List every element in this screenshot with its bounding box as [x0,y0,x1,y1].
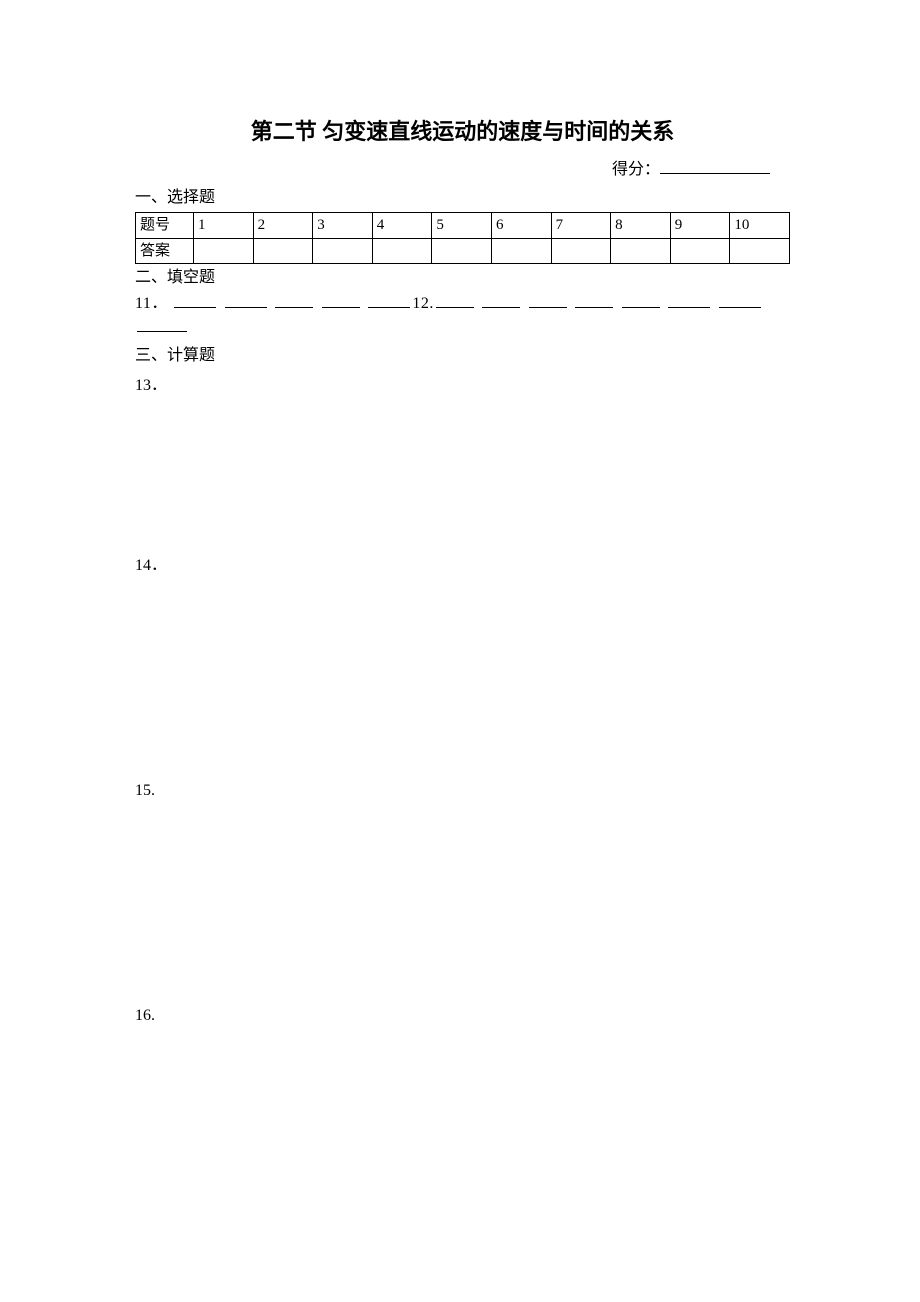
fill-blank[interactable] [482,292,520,308]
section-1-heading: 一、选择题 [135,186,790,210]
section-3-heading: 三、计算题 [135,344,790,368]
q16-label: 16. [135,1004,790,1028]
answer-table: 题号 1 2 3 4 5 6 7 8 9 10 答案 [135,212,790,264]
fill-blank[interactable] [622,292,660,308]
table-row: 题号 1 2 3 4 5 6 7 8 9 10 [136,213,790,239]
col-header: 9 [670,213,730,239]
answer-cell[interactable] [253,238,313,264]
fill-blank[interactable] [529,292,567,308]
fill-blank[interactable] [225,292,267,308]
q14-label: 14． [135,554,790,578]
answer-cell[interactable] [313,238,373,264]
fill-blank[interactable] [322,292,360,308]
fill-blank[interactable] [174,292,216,308]
col-header: 8 [611,213,671,239]
fill-blank[interactable] [575,292,613,308]
col-header: 2 [253,213,313,239]
answer-cell[interactable] [611,238,671,264]
answer-cell[interactable] [432,238,492,264]
score-blank[interactable] [660,158,770,174]
col-header: 5 [432,213,492,239]
answer-space[interactable] [135,398,790,548]
fill-blank[interactable] [436,292,474,308]
fill-blank[interactable] [275,292,313,308]
answer-cell[interactable] [670,238,730,264]
fill-blank[interactable] [137,316,187,332]
answer-cell[interactable] [194,238,254,264]
fill-blank[interactable] [668,292,710,308]
col-header: 10 [730,213,790,239]
row-label-answer: 答案 [136,238,194,264]
q12-label: 12. [412,295,434,312]
q11-label: 11． [135,295,168,312]
answer-space[interactable] [135,803,790,998]
section-2-heading: 二、填空题 [135,266,790,290]
answer-space[interactable] [135,578,790,773]
row-label-question: 题号 [136,213,194,239]
fill-blank[interactable] [719,292,761,308]
col-header: 6 [491,213,551,239]
answer-cell[interactable] [372,238,432,264]
score-line: 得分： [135,158,790,182]
score-label: 得分： [612,161,660,178]
fill-blank[interactable] [368,292,410,308]
q13-label: 13． [135,374,790,398]
fill-in-line: 11． 12. [135,292,790,340]
answer-cell[interactable] [491,238,551,264]
answer-cell[interactable] [730,238,790,264]
page-title: 第二节 匀变速直线运动的速度与时间的关系 [135,115,790,148]
col-header: 3 [313,213,373,239]
answer-cell[interactable] [551,238,611,264]
col-header: 4 [372,213,432,239]
col-header: 1 [194,213,254,239]
q15-label: 15. [135,779,790,803]
table-row: 答案 [136,238,790,264]
col-header: 7 [551,213,611,239]
